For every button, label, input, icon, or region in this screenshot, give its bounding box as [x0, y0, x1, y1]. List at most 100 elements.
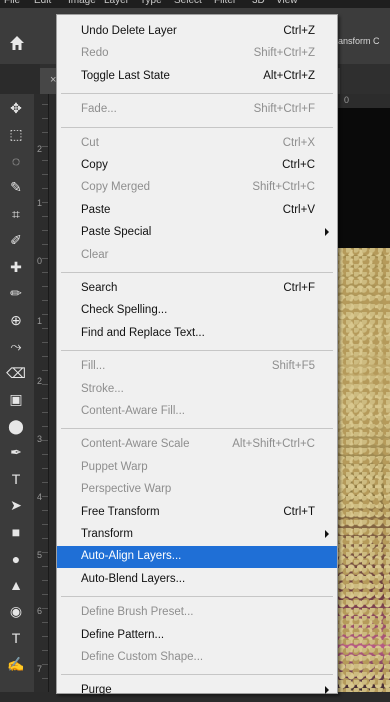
ruler-tick	[42, 328, 48, 329]
quick-select-icon[interactable]: ✎	[6, 178, 26, 198]
triangle-icon[interactable]: ▲	[6, 575, 26, 595]
menubar-item-edit[interactable]: Edit	[34, 0, 51, 6]
text-icon[interactable]: T	[6, 628, 26, 648]
menu-item-shortcut: Shift+Ctrl+C	[252, 181, 315, 194]
ruler-tick	[42, 650, 48, 651]
menu-item-search[interactable]: Search Ctrl+F	[57, 278, 337, 300]
menu-item-label: Clear	[81, 248, 109, 261]
ruler-tick	[42, 202, 48, 203]
submenu-arrow-icon	[325, 530, 329, 538]
menu-item-copy[interactable]: Copy Ctrl+C	[57, 155, 337, 177]
ruler-tick	[42, 580, 48, 581]
menubar-item-select[interactable]: Select	[174, 0, 202, 6]
menu-item-free-transform[interactable]: Free Transform Ctrl+T	[57, 502, 337, 524]
menu-item-shortcut: Shift+Ctrl+Z	[253, 47, 315, 60]
menu-item-paste-special[interactable]: Paste Special	[57, 222, 337, 244]
ruler-tick	[42, 300, 48, 301]
menu-item-label: Content-Aware Scale	[81, 438, 190, 451]
ruler-tick	[42, 538, 48, 539]
menu-separator	[61, 350, 333, 352]
menu-item-label: Stroke...	[81, 382, 124, 395]
menu-item-redo: Redo Shift+Ctrl+Z	[57, 43, 337, 65]
menu-item-purge[interactable]: Purge	[57, 680, 337, 702]
menu-item-puppet-warp: Puppet Warp	[57, 457, 337, 479]
options-transform-label: ransform C	[335, 36, 380, 46]
menu-item-transform[interactable]: Transform	[57, 524, 337, 546]
crop-icon[interactable]: ⌗	[6, 204, 26, 224]
eyedropper-icon[interactable]: ✐	[6, 231, 26, 251]
ruler-tick	[42, 664, 48, 665]
shape-icon[interactable]: ■	[6, 522, 26, 542]
menubar-item-type[interactable]: Type	[140, 0, 162, 6]
ruler-tick	[42, 524, 48, 525]
marquee-icon[interactable]: ⬚	[6, 125, 26, 145]
clone-stamp-icon[interactable]: ⊕	[6, 310, 26, 330]
menu-item-shortcut: Ctrl+F	[283, 282, 315, 294]
menu-item-toggle-last-state[interactable]: Toggle Last State Alt+Ctrl+Z	[57, 66, 337, 88]
menubar-item-filter[interactable]: Filter	[214, 0, 236, 6]
menu-item-undo-delete-layer[interactable]: Undo Delete Layer Ctrl+Z	[57, 21, 337, 43]
menu-item-auto-align-layers[interactable]: Auto-Align Layers...	[57, 546, 337, 569]
menubar-item-file[interactable]: File	[4, 0, 20, 6]
ruler-tick	[42, 384, 48, 385]
menu-item-stroke: Stroke...	[57, 379, 337, 401]
move-icon[interactable]: ✥	[6, 98, 26, 118]
ruler-number: 1	[37, 316, 43, 326]
menu-item-auto-blend-layers[interactable]: Auto-Blend Layers...	[57, 569, 337, 591]
pen-icon[interactable]: ✒	[6, 443, 26, 463]
menubar-item-3d[interactable]: 3D	[252, 0, 265, 6]
menu-separator	[61, 93, 333, 95]
ruler-number: 1	[37, 198, 43, 208]
ruler-tick	[42, 342, 48, 343]
ruler-number: 3	[37, 434, 43, 444]
menu-item-label: Puppet Warp	[81, 460, 148, 473]
menu-item-content-aware-scale: Content-Aware Scale Alt+Shift+Ctrl+C	[57, 434, 337, 456]
ruler-tick	[42, 188, 48, 189]
menubar-item-view[interactable]: View	[276, 0, 298, 6]
menubar-item-layer[interactable]: Layer	[104, 0, 129, 6]
brush-icon[interactable]: ✏	[6, 284, 26, 304]
ruler-tick	[42, 398, 48, 399]
menu-item-label: Copy Merged	[81, 181, 151, 194]
type-icon[interactable]: T	[6, 469, 26, 489]
menu-item-shortcut: Ctrl+V	[282, 203, 315, 216]
eraser-icon[interactable]: ⌫	[6, 363, 26, 383]
menu-item-label: Toggle Last State	[81, 69, 170, 82]
gradient-icon[interactable]: ▣	[6, 390, 26, 410]
menu-item-shortcut: Shift+F5	[271, 360, 315, 373]
menu-item-label: Fade...	[81, 103, 117, 116]
menu-item-label: Fill...	[81, 360, 106, 373]
menu-item-find-and-replace-text[interactable]: Find and Replace Text...	[57, 323, 337, 345]
ruler-tick	[42, 482, 48, 483]
paint-icon[interactable]: ✍	[6, 655, 26, 675]
canvas-background	[330, 108, 390, 248]
submenu-arrow-icon	[325, 686, 329, 695]
ruler-tick	[42, 174, 48, 175]
menu-separator	[61, 428, 333, 430]
menu-item-label: Perspective Warp	[81, 483, 172, 496]
ruler-tick	[42, 244, 48, 245]
edit-menu: Undo Delete Layer Ctrl+Z Redo Shift+Ctrl+Z T…	[56, 14, 338, 696]
menu-item-label: Auto-Align Layers...	[81, 550, 182, 563]
dodge-icon[interactable]: ⬤	[6, 416, 26, 436]
menu-item-clear: Clear	[57, 245, 337, 267]
history-brush-icon[interactable]: ⤳	[6, 337, 26, 357]
drop-icon[interactable]: ●	[6, 549, 26, 569]
path-select-icon[interactable]: ➤	[6, 496, 26, 516]
zoom-icon[interactable]: ◉	[6, 602, 26, 622]
healing-brush-icon[interactable]: ✚	[6, 257, 26, 277]
menubar-item-image[interactable]: Image	[68, 0, 96, 6]
menu-item-label: Define Custom Shape...	[81, 651, 204, 663]
menu-item-label: Paste	[81, 203, 111, 216]
lasso-icon[interactable]: ◌	[6, 151, 26, 171]
menu-item-paste[interactable]: Paste Ctrl+V	[57, 200, 337, 222]
ruler-tick	[42, 510, 48, 511]
home-icon[interactable]	[8, 34, 26, 52]
document-canvas[interactable]	[330, 108, 390, 692]
menu-item-define-pattern[interactable]: Define Pattern...	[57, 625, 337, 647]
menu-item-shortcut: Ctrl+X	[282, 136, 315, 149]
menu-item-label: Undo Delete Layer	[81, 25, 177, 37]
menu-item-check-spelling[interactable]: Check Spelling...	[57, 300, 337, 322]
ruler-number: 7	[37, 664, 43, 674]
ruler-tick	[42, 104, 48, 105]
